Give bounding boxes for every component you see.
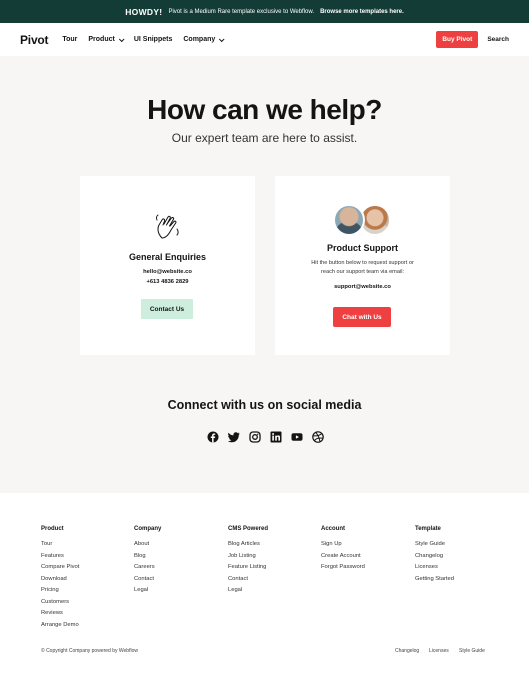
- nav-item-product[interactable]: Product: [88, 35, 125, 43]
- footer-link[interactable]: Changelog: [415, 551, 454, 563]
- general-email[interactable]: hello@website.co: [80, 267, 255, 277]
- footer-column-title: Product: [41, 526, 64, 532]
- nav-actions: Buy Pivot Search: [436, 31, 509, 48]
- support-description: Hit the button below to request support …: [311, 260, 414, 275]
- footer-link[interactable]: Licenses: [415, 562, 454, 574]
- announcement-text: Pivot is a Medium Rare template exclusiv…: [168, 8, 315, 15]
- copyright-text: © Copyright Company powered by Webflow: [41, 648, 138, 654]
- logo[interactable]: Pivot: [20, 33, 49, 47]
- avatar: [333, 204, 365, 236]
- nav-item-label: Tour: [62, 36, 78, 43]
- support-email[interactable]: support@website.co: [275, 284, 450, 290]
- social-title: Connect with us on social media: [167, 398, 362, 412]
- footer-link[interactable]: Arrange Demo: [41, 620, 79, 632]
- footer-legal-link[interactable]: Style Guide: [459, 648, 485, 654]
- footer-link[interactable]: Contact: [228, 574, 268, 586]
- top-nav: Pivot Tour Product UI Snippets Company B…: [0, 23, 529, 56]
- general-enquiries-title: General Enquiries: [128, 252, 207, 262]
- footer-link[interactable]: Style Guide: [415, 539, 454, 551]
- browse-templates-link[interactable]: Browse more templates here.: [320, 9, 404, 15]
- footer-link[interactable]: Getting Started: [415, 574, 454, 586]
- footer-link[interactable]: Tour: [41, 539, 79, 551]
- youtube-icon[interactable]: [291, 431, 303, 443]
- search-link[interactable]: Search: [487, 36, 509, 43]
- product-support-title: Product Support: [327, 243, 398, 253]
- footer-link[interactable]: Legal: [228, 585, 268, 597]
- footer-link[interactable]: Job Listing: [228, 551, 268, 563]
- nav-item-ui-snippets[interactable]: UI Snippets: [134, 36, 173, 43]
- footer-link[interactable]: Download: [41, 574, 79, 586]
- footer-link[interactable]: Contact: [134, 574, 161, 586]
- footer-link[interactable]: Reviews: [41, 608, 79, 620]
- chevron-down-icon: [118, 35, 125, 42]
- footer-link[interactable]: Customers: [41, 597, 79, 609]
- footer-legal-link[interactable]: Changelog: [395, 648, 419, 654]
- footer-link[interactable]: Features: [41, 551, 79, 563]
- facebook-icon[interactable]: [207, 431, 219, 443]
- nav-item-label: Product: [88, 36, 115, 43]
- contact-us-button[interactable]: Contact Us: [141, 299, 193, 319]
- footer-column-account: Account Sign Up Create Account Forgot Pa…: [321, 526, 365, 574]
- chat-with-us-button[interactable]: Chat with Us: [333, 307, 391, 327]
- footer-link[interactable]: Blog Articles: [228, 539, 268, 551]
- footer-column-company: Company About Blog Careers Contact Legal: [134, 526, 161, 597]
- instagram-icon[interactable]: [249, 431, 261, 443]
- dribbble-icon[interactable]: [312, 431, 324, 443]
- nav-item-company[interactable]: Company: [183, 35, 225, 43]
- general-phone[interactable]: +613 4836 2829: [80, 277, 255, 287]
- footer-link[interactable]: Sign Up: [321, 539, 365, 551]
- nav-item-label: UI Snippets: [133, 36, 173, 43]
- twitter-icon[interactable]: [228, 431, 240, 443]
- product-support-card: Product Support Hit the button below to …: [275, 176, 450, 355]
- footer-column-title: Account: [321, 526, 345, 532]
- footer-link[interactable]: Pricing: [41, 585, 79, 597]
- waving-hand-icon: [155, 214, 179, 239]
- social-icons: [207, 431, 324, 443]
- footer-legal-link[interactable]: Licenses: [429, 648, 449, 654]
- nav-item-tour[interactable]: Tour: [62, 36, 77, 43]
- footer-column-title: Template: [415, 526, 441, 532]
- page-subtitle: Our expert team are here to assist.: [171, 131, 358, 145]
- footer-link[interactable]: Feature Listing: [228, 562, 268, 574]
- footer-link[interactable]: Careers: [134, 562, 161, 574]
- linkedin-icon[interactable]: [270, 431, 282, 443]
- support-team-avatars: [333, 204, 393, 236]
- footer-column-template: Template Style Guide Changelog Licenses …: [415, 526, 454, 585]
- footer-column-product: Product Tour Features Compare Pivot Down…: [41, 526, 79, 631]
- footer-link[interactable]: About: [134, 539, 161, 551]
- footer-column-title: CMS Powered: [228, 526, 269, 532]
- page-title: How can we help?: [147, 94, 382, 125]
- footer-link[interactable]: Blog: [134, 551, 161, 563]
- footer-column-title: Company: [134, 526, 162, 532]
- footer-link[interactable]: Legal: [134, 585, 161, 597]
- footer: Product Tour Features Compare Pivot Down…: [0, 493, 529, 688]
- announcement-bar: HOWDY! Pivot is a Medium Rare template e…: [0, 0, 529, 23]
- nav-item-label: Company: [183, 36, 216, 43]
- buy-pivot-button[interactable]: Buy Pivot: [436, 31, 479, 48]
- footer-link[interactable]: Compare Pivot: [41, 562, 79, 574]
- footer-link[interactable]: Forgot Password: [321, 562, 365, 574]
- footer-link[interactable]: Create Account: [321, 551, 365, 563]
- chevron-down-icon: [219, 35, 225, 42]
- contact-details: hello@website.co +613 4836 2829: [80, 267, 255, 287]
- howdy-badge: HOWDY!: [125, 6, 163, 17]
- footer-column-cms: CMS Powered Blog Articles Job Listing Fe…: [228, 526, 268, 597]
- general-enquiries-card: General Enquiries hello@website.co +613 …: [80, 176, 255, 355]
